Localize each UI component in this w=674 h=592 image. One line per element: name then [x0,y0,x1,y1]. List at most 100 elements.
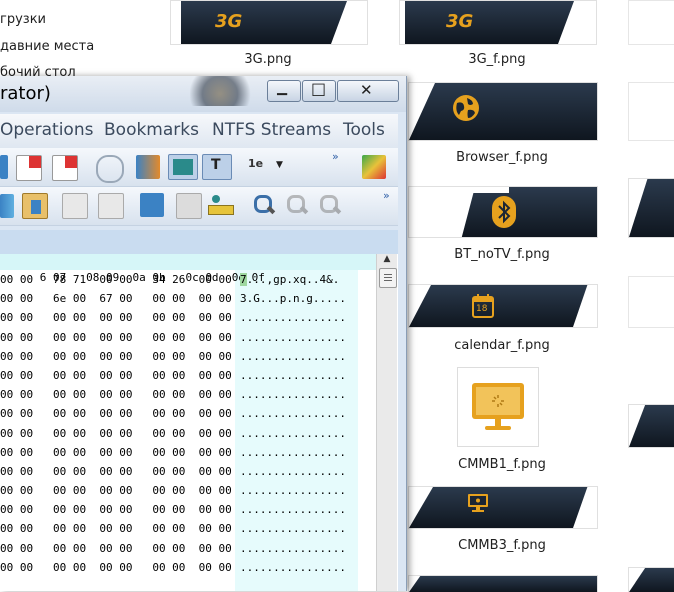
close-button[interactable]: ✕ [337,80,399,102]
hex-row[interactable]: 00 00 00 00 00 00 00 00 00 00...........… [0,443,376,462]
hex-bytes[interactable]: 00 00 00 00 00 00 00 00 00 00 [0,404,232,423]
app-logo-icon[interactable] [362,155,386,179]
text-view-toggle-icon[interactable]: T [202,154,232,180]
file-name[interactable]: CMMB3_f.png [408,538,596,553]
nav-item-downloads[interactable]: грузки [0,12,46,27]
nav-item-recent-places[interactable]: давние места [0,39,94,54]
swap-view-icon[interactable] [136,155,160,179]
ascii-text[interactable]: ................ [240,366,346,385]
ascii-text[interactable]: 7...,gp.xq..4&. [240,270,339,289]
hex-bytes[interactable]: 00 00 00 00 00 00 00 00 00 00 [0,424,232,443]
file-name[interactable]: Browser_f.png [408,150,596,165]
copy-partial-icon[interactable] [0,194,14,218]
ascii-text[interactable]: ................ [240,539,346,558]
file-thumbnail-browser-f[interactable] [408,82,598,141]
menu-bookmarks[interactable]: Bookmarks [104,120,199,140]
hex-bytes[interactable]: 00 00 00 00 00 00 00 00 00 00 [0,519,232,538]
hex-row[interactable]: 00 00 00 00 00 00 00 00 00 00...........… [0,328,376,347]
hex-row[interactable]: 00 00 00 00 00 00 00 00 00 00...........… [0,424,376,443]
file-thumbnail-partial[interactable] [628,404,674,448]
paste-icon[interactable] [22,193,48,219]
file-thumbnail-calendar-f[interactable]: 18 [408,284,598,328]
ascii-text[interactable]: ................ [240,500,346,519]
hex-bytes[interactable]: 00 00 6e 00 67 00 00 00 00 00 [0,289,232,308]
hex-bytes[interactable]: 00 00 78 71 00 00 34 26 00 00 [0,270,232,289]
hex-row[interactable]: 00 00 00 00 00 00 00 00 00 00...........… [0,481,376,500]
file-thumbnail-partial[interactable] [628,276,674,328]
file-thumbnail-cmmb1-f[interactable] [457,367,539,447]
toolbar-overflow-chevron-icon[interactable]: » [332,150,339,163]
close-all-icon[interactable] [52,155,78,181]
file-thumbnail-3g-f[interactable]: 3G [399,0,597,45]
close-file-icon[interactable] [16,155,42,181]
ascii-text[interactable]: ................ [240,462,346,481]
file-name[interactable]: BT_noTV_f.png [408,247,596,262]
hex-row[interactable]: 00 00 00 00 00 00 00 00 00 00...........… [0,404,376,423]
file-thumbnail-bt-notv-f[interactable] [408,186,598,238]
file-name[interactable]: 3G.png [170,52,366,67]
hex-view[interactable]: 6 07 08 09 0a 0b 0c 0d 0e 0f 00 00 78 71… [0,254,398,591]
hex-bytes[interactable]: 00 00 00 00 00 00 00 00 00 00 [0,347,232,366]
hex-bytes[interactable]: 00 00 00 00 00 00 00 00 00 00 [0,500,232,519]
hex-row[interactable]: 00 00 00 00 00 00 00 00 00 00...........… [0,539,376,558]
ascii-text[interactable]: ................ [240,558,346,577]
file-name[interactable]: 3G_f.png [399,52,595,67]
window-titlebar[interactable]: rator) ▁ □ ✕ [0,76,406,112]
minimize-button[interactable]: ▁ [267,80,301,102]
export-icon[interactable] [176,193,202,219]
search-previous-icon[interactable] [318,193,342,217]
search-icon[interactable] [252,193,276,217]
menu-operations[interactable]: Operations [0,120,93,140]
hex-row[interactable]: 00 00 00 00 00 00 00 00 00 00...........… [0,500,376,519]
toolbar-overflow-chevron-icon[interactable]: » [383,189,390,202]
ascii-text[interactable]: ................ [240,481,346,500]
hex-row[interactable]: 00 00 00 00 00 00 00 00 00 00...........… [0,558,376,577]
hex-bytes[interactable]: 00 00 00 00 00 00 00 00 00 00 [0,443,232,462]
data-inspector-dropdown-icon[interactable]: 1e ▼ [246,155,286,179]
ascii-text[interactable]: ................ [240,404,346,423]
toolbar-partial-icon[interactable] [0,155,8,179]
file-thumbnail-cmmb3-f[interactable] [408,486,598,529]
hex-bytes[interactable]: 00 00 00 00 00 00 00 00 00 00 [0,366,232,385]
file-thumbnail-partial[interactable] [628,567,674,592]
vertical-scrollbar[interactable]: ▲ [376,254,397,591]
menu-tools[interactable]: Tools [343,120,385,140]
hex-row[interactable]: 00 00 00 00 00 00 00 00 00 00...........… [0,366,376,385]
hex-row[interactable]: 00 00 00 00 00 00 00 00 00 00...........… [0,462,376,481]
hex-bytes[interactable]: 00 00 00 00 00 00 00 00 00 00 [0,539,232,558]
file-thumbnail-partial[interactable] [628,82,674,141]
refresh-icon[interactable] [96,155,124,183]
hex-bytes[interactable]: 00 00 00 00 00 00 00 00 00 00 [0,462,232,481]
ascii-text[interactable]: ................ [240,424,346,443]
file-thumbnail-partial[interactable] [408,575,598,592]
edit-icon[interactable] [62,193,88,219]
hex-view-toggle-icon[interactable] [168,154,198,180]
scroll-up-icon[interactable]: ▲ [379,254,395,266]
hex-bytes[interactable]: 00 00 00 00 00 00 00 00 00 00 [0,328,232,347]
hex-bytes[interactable]: 00 00 00 00 00 00 00 00 00 00 [0,481,232,500]
file-thumbnail-partial[interactable] [628,0,674,45]
hex-bytes[interactable]: 00 00 00 00 00 00 00 00 00 00 [0,385,232,404]
ascii-text[interactable]: ................ [240,519,346,538]
hex-bytes[interactable]: 00 00 00 00 00 00 00 00 00 00 [0,308,232,327]
ascii-text[interactable]: ................ [240,308,346,327]
hex-bytes[interactable]: 00 00 00 00 00 00 00 00 00 00 [0,558,232,577]
file-thumbnail-partial[interactable] [628,178,674,238]
hex-row[interactable]: 00 00 78 71 00 00 34 26 00 00 7...,gp.xq.… [0,270,376,289]
ascii-text[interactable]: ................ [240,328,346,347]
file-name[interactable]: calendar_f.png [408,338,596,353]
insert-icon[interactable] [140,193,164,217]
ascii-text[interactable]: 3.G...p.n.g..... [240,289,346,308]
ascii-text[interactable]: ................ [240,347,346,366]
hex-row[interactable]: 00 00 00 00 00 00 00 00 00 00...........… [0,385,376,404]
ruler-icon[interactable] [208,193,234,217]
file-name[interactable]: CMMB1_f.png [408,457,596,472]
ascii-text[interactable]: ................ [240,385,346,404]
file-thumbnail-3g[interactable]: 3G [170,0,368,45]
hex-row[interactable]: 00 00 00 00 00 00 00 00 00 00...........… [0,347,376,366]
hex-row[interactable]: 00 00 6e 00 67 00 00 00 00 00 3.G...p.n.g… [0,289,376,308]
search-next-icon[interactable] [285,193,309,217]
scroll-thumb[interactable] [379,268,397,288]
ascii-text[interactable]: ................ [240,443,346,462]
maximize-button[interactable]: □ [302,79,336,102]
